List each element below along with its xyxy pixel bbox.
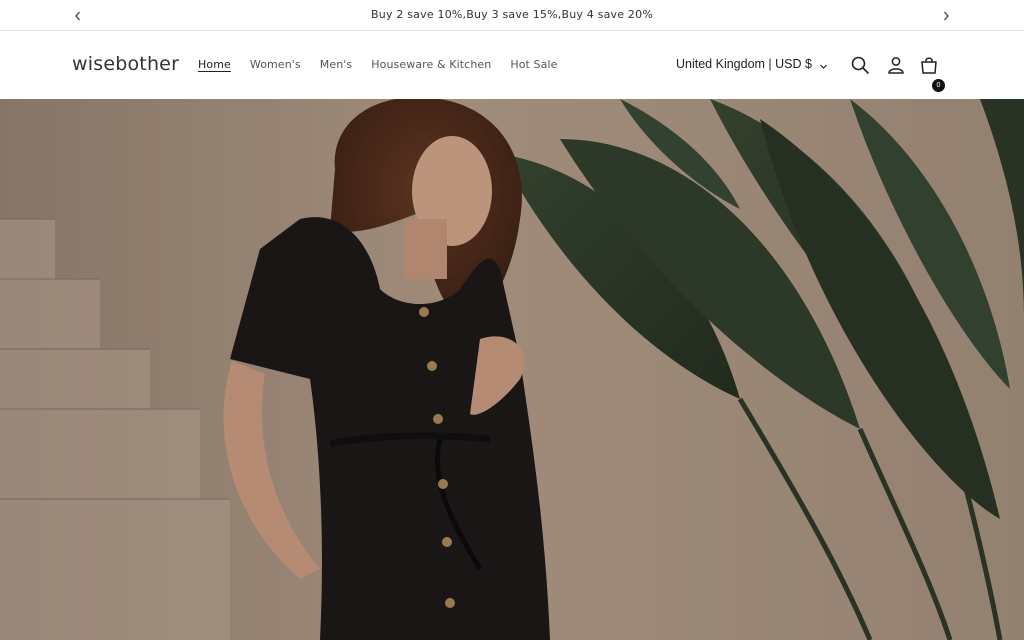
country-currency-selector[interactable]: United Kingdom | USD $ [676, 57, 828, 71]
cart-icon[interactable] [919, 55, 939, 75]
account-icon[interactable] [886, 55, 906, 75]
nav-mens[interactable]: Men's [320, 58, 353, 71]
nav-home[interactable]: Home [198, 58, 231, 71]
hero-image [0, 99, 1024, 640]
hero-banner[interactable] [0, 99, 1024, 640]
announcement-bar: Buy 2 save 10%,Buy 3 save 15%,Buy 4 save… [0, 0, 1024, 31]
store-logo[interactable]: wisebother [72, 53, 179, 75]
chevron-right-icon[interactable] [939, 8, 953, 22]
nav-womens[interactable]: Women's [250, 58, 301, 71]
nav-houseware-kitchen[interactable]: Houseware & Kitchen [371, 58, 491, 71]
nav-hot-sale[interactable]: Hot Sale [510, 58, 557, 71]
main-nav: Home Women's Men's Houseware & Kitchen H… [198, 58, 577, 71]
search-icon[interactable] [850, 55, 870, 75]
announcement-text: Buy 2 save 10%,Buy 3 save 15%,Buy 4 save… [371, 8, 653, 21]
site-header: wisebother Home Women's Men's Houseware … [0, 31, 1024, 99]
chevron-down-icon [819, 60, 828, 69]
cart-count-badge: 0 [932, 79, 945, 92]
locale-label: United Kingdom | USD $ [676, 57, 812, 71]
